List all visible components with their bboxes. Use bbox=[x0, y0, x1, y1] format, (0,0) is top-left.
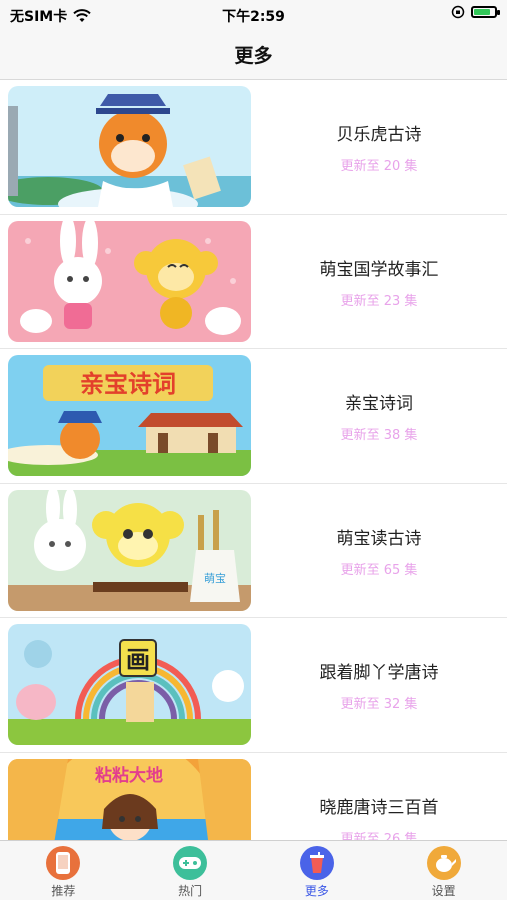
thumbnail-read-poetry: 萌宝 bbox=[8, 489, 251, 611]
thumb-badge-text: 萌宝 bbox=[204, 571, 226, 585]
thumbnail-qinbao-poetry: 亲宝诗词 bbox=[8, 355, 251, 476]
episode-count: 更新至 32 集 bbox=[340, 697, 418, 712]
navigation-bar: 更多 bbox=[0, 30, 507, 80]
cup-icon bbox=[299, 846, 334, 880]
orientation-lock-icon bbox=[451, 5, 465, 19]
list-item[interactable]: 萌宝国学故事汇 更新至 23 集 bbox=[0, 215, 507, 349]
tab-bar: 推荐 热门 更多 设置 bbox=[0, 840, 507, 900]
thumbnail-xiaolu-poetry: 粘粘大地 bbox=[8, 758, 251, 840]
tab-recommend[interactable]: 推荐 bbox=[0, 841, 127, 900]
item-title: 亲宝诗词 bbox=[345, 394, 413, 414]
thumb-sign-text: 画 bbox=[126, 646, 150, 674]
episode-count: 更新至 38 集 bbox=[340, 428, 418, 443]
content-list[interactable]: 贝乐虎古诗 更新至 20 集 萌宝国学故事汇 更新至 23 集 亲宝诗词 亲宝诗… bbox=[0, 80, 507, 840]
tab-label: 更多 bbox=[304, 884, 329, 898]
tab-label: 推荐 bbox=[51, 884, 76, 898]
episode-count: 更新至 23 集 bbox=[340, 293, 418, 309]
tab-label: 设置 bbox=[431, 884, 456, 898]
item-title: 萌宝读古诗 bbox=[336, 528, 422, 549]
episode-count: 更新至 65 集 bbox=[340, 562, 418, 578]
thumbnail-cute-story bbox=[8, 220, 251, 342]
phone-icon bbox=[46, 846, 81, 880]
list-item[interactable]: 贝乐虎古诗 更新至 20 集 bbox=[0, 80, 507, 215]
tab-label: 热门 bbox=[178, 884, 203, 898]
battery-icon bbox=[471, 6, 500, 18]
page-title: 更多 bbox=[234, 45, 273, 67]
item-title: 晓鹿唐诗三百首 bbox=[319, 797, 439, 818]
clock: 下午2:59 bbox=[222, 9, 285, 25]
list-item[interactable]: 粘粘大地 晓鹿唐诗三百首 更新至 26 集 bbox=[0, 753, 507, 841]
tab-settings[interactable]: 设置 bbox=[380, 841, 507, 900]
list-item[interactable]: 萌宝 萌宝读古诗 更新至 65 集 bbox=[0, 484, 507, 618]
episode-count: 更新至 20 集 bbox=[340, 159, 418, 174]
episode-count: 更新至 26 集 bbox=[340, 831, 418, 841]
thumbnail-tiger-poetry bbox=[8, 86, 251, 207]
status-bar: 无SIM卡 下午2:59 bbox=[0, 0, 507, 30]
list-item[interactable]: 亲宝诗词 亲宝诗词 更新至 38 集 bbox=[0, 349, 507, 484]
thumbnail-footprint-poetry: 画 bbox=[8, 624, 251, 745]
tab-more[interactable]: 更多 bbox=[254, 841, 381, 900]
list-item[interactable]: 画 跟着脚丫学唐诗 更新至 32 集 bbox=[0, 618, 507, 753]
item-title: 萌宝国学故事汇 bbox=[319, 259, 439, 280]
thumb-title-text: 粘粘大地 bbox=[95, 765, 163, 786]
gamepad-icon bbox=[173, 846, 208, 880]
tab-popular[interactable]: 热门 bbox=[127, 841, 254, 900]
thumb-title-text: 亲宝诗词 bbox=[80, 370, 176, 398]
item-title: 贝乐虎古诗 bbox=[336, 125, 422, 145]
teapot-icon bbox=[426, 846, 461, 880]
item-title: 跟着脚丫学唐诗 bbox=[319, 663, 439, 683]
